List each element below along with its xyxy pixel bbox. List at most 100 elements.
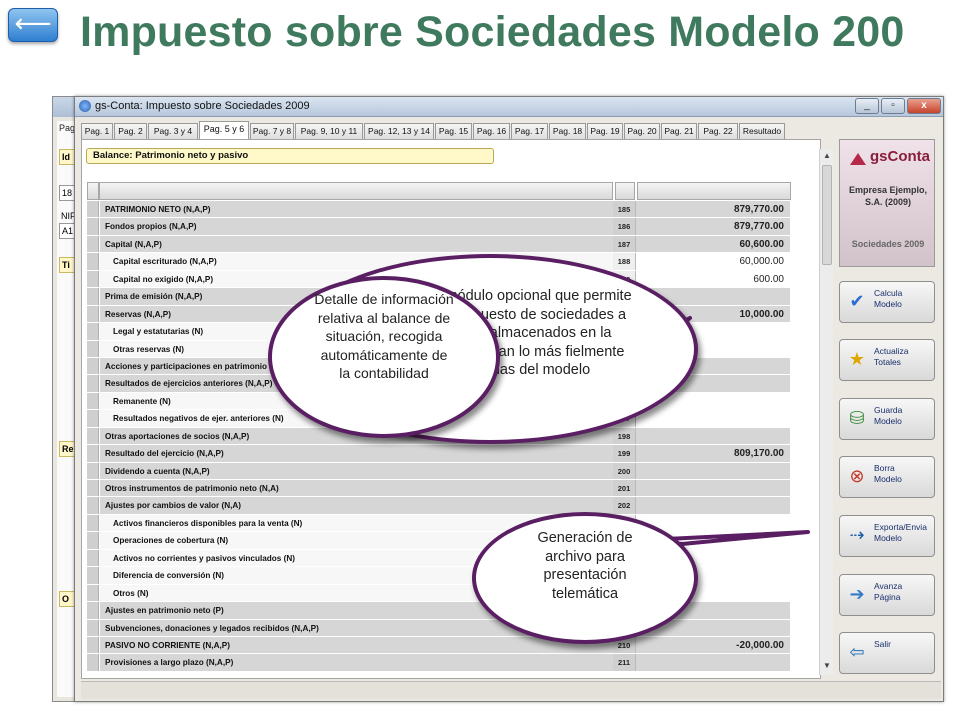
- row-marker[interactable]: [87, 323, 99, 340]
- table-row: Fondos propios (N,A,P) 186 879,770.00: [87, 218, 791, 236]
- tab-2[interactable]: Pag. 3 y 4: [148, 123, 198, 139]
- row-code: 211: [613, 654, 635, 671]
- row-value-field[interactable]: [635, 654, 790, 671]
- exit-door-icon: ⇦: [849, 642, 865, 663]
- tab-15[interactable]: Resultado: [739, 123, 785, 139]
- row-marker[interactable]: [87, 514, 99, 532]
- row-label: PASIVO NO CORRIENTE (N,A,P): [100, 636, 613, 654]
- logo-mark-icon: [850, 153, 866, 165]
- row-value-field[interactable]: 600.00: [635, 270, 790, 288]
- maximize-button[interactable]: ▫: [881, 98, 905, 114]
- table-row: Provisiones a largo plazo (N,A,P) 211: [87, 654, 791, 672]
- close-button[interactable]: x: [907, 98, 941, 114]
- scroll-thumb[interactable]: [822, 165, 832, 265]
- side-button-0[interactable]: ✔ Calcula Modelo: [839, 281, 935, 323]
- row-marker[interactable]: [87, 357, 99, 375]
- row-marker[interactable]: [87, 462, 99, 479]
- tab-5[interactable]: Pag. 9, 10 y 11: [295, 123, 363, 139]
- row-marker[interactable]: [87, 201, 99, 218]
- tab-9[interactable]: Pag. 17: [511, 123, 548, 139]
- row-value-field[interactable]: 879,770.00: [635, 218, 790, 235]
- row-code: 199: [613, 445, 635, 462]
- row-marker[interactable]: [87, 340, 99, 357]
- section-label: Balance: Patrimonio neto y pasivo: [86, 148, 494, 164]
- background-tab[interactable]: Pag: [59, 123, 75, 133]
- side-button-6[interactable]: ⇦ Salir: [839, 632, 935, 674]
- row-marker[interactable]: [87, 427, 99, 445]
- slide: ⟵ Impuesto sobre Sociedades Modelo 200 P…: [0, 0, 960, 720]
- row-value-field[interactable]: [635, 480, 790, 497]
- row-marker[interactable]: [87, 549, 99, 567]
- side-button-2[interactable]: ⛁ Guarda Modelo: [839, 398, 935, 440]
- row-marker[interactable]: [87, 636, 99, 654]
- side-button-1[interactable]: ★ Actualiza Totales: [839, 339, 935, 381]
- side-button-label: Salir: [874, 639, 892, 649]
- row-marker[interactable]: [87, 602, 99, 619]
- next-page-icon: ➔: [849, 584, 865, 605]
- table-row: Capital (N,A,P) 187 60,600.00: [87, 235, 791, 254]
- slide-title: Impuesto sobre Sociedades Modelo 200: [80, 8, 905, 56]
- row-code: 187: [613, 235, 635, 253]
- row-marker[interactable]: [87, 619, 99, 636]
- tab-6[interactable]: Pag. 12, 13 y 14: [364, 123, 434, 139]
- row-label: Capital (N,A,P): [100, 235, 613, 253]
- tab-7[interactable]: Pag. 15: [435, 123, 472, 139]
- row-value-field[interactable]: 809,170.00: [635, 445, 790, 462]
- row-marker[interactable]: [87, 288, 99, 305]
- side-button-5[interactable]: ➔ Avanza Página: [839, 574, 935, 616]
- row-marker[interactable]: [87, 445, 99, 462]
- tab-11[interactable]: Pag. 19: [587, 123, 623, 139]
- minimize-button[interactable]: _: [855, 98, 879, 114]
- row-marker[interactable]: [87, 375, 99, 392]
- row-value-field[interactable]: [635, 497, 790, 514]
- table-row: Subvenciones, donaciones y legados recib…: [87, 619, 791, 637]
- row-marker[interactable]: [87, 270, 99, 288]
- row-marker[interactable]: [87, 392, 99, 410]
- row-value-field[interactable]: [635, 462, 790, 479]
- row-marker[interactable]: [87, 253, 99, 270]
- row-marker[interactable]: [87, 654, 99, 671]
- row-marker[interactable]: [87, 567, 99, 584]
- side-button-label: Actualiza Totales: [874, 346, 909, 367]
- row-marker[interactable]: [87, 410, 99, 427]
- row-marker[interactable]: [87, 235, 99, 253]
- row-value-field[interactable]: 879,770.00: [635, 201, 790, 218]
- row-marker[interactable]: [87, 480, 99, 497]
- side-button-3[interactable]: ⊗ Borra Modelo: [839, 456, 935, 498]
- calculator-icon: ✔: [849, 291, 865, 312]
- tab-0[interactable]: Pag. 1: [81, 123, 113, 139]
- callout-export-text: Generación de archivo para presentación …: [537, 530, 633, 602]
- tab-3[interactable]: Pag. 5 y 6: [199, 121, 249, 139]
- row-marker[interactable]: [87, 305, 99, 323]
- row-marker[interactable]: [87, 532, 99, 549]
- tab-13[interactable]: Pag. 21: [661, 123, 697, 139]
- tab-8[interactable]: Pag. 16: [473, 123, 510, 139]
- row-value-field[interactable]: [635, 410, 790, 427]
- tab-12[interactable]: Pag. 20: [624, 123, 660, 139]
- row-marker[interactable]: [87, 218, 99, 235]
- status-bar: [81, 681, 941, 699]
- table-row: Activos financieros disponibles para la …: [87, 514, 791, 533]
- refresh-star-icon: ★: [848, 349, 866, 370]
- row-value-field[interactable]: 60,600.00: [635, 235, 790, 253]
- row-marker[interactable]: [87, 584, 99, 602]
- table-row: Dividendo a cuenta (N,A,P) 200: [87, 462, 791, 480]
- tab-1[interactable]: Pag. 2: [114, 123, 147, 139]
- back-arrow-icon: ⟵: [14, 9, 52, 39]
- row-label: Ajustes por cambios de valor (N,A): [100, 497, 613, 514]
- scroll-up-icon[interactable]: ▲: [821, 151, 833, 163]
- side-button-label: Exporta/Envia Modelo: [874, 522, 927, 543]
- row-marker[interactable]: [87, 497, 99, 514]
- back-arrow-button[interactable]: ⟵: [8, 8, 58, 42]
- tab-10[interactable]: Pag. 18: [549, 123, 586, 139]
- window-titlebar[interactable]: gs-Conta: Impuesto sobre Sociedades 2009…: [75, 97, 943, 117]
- row-value-field[interactable]: -20,000.00: [635, 636, 790, 654]
- side-button-4[interactable]: ⇢ Exporta/Envia Modelo: [839, 515, 935, 557]
- row-value-field[interactable]: [635, 427, 790, 445]
- scroll-down-icon[interactable]: ▼: [821, 661, 833, 673]
- row-value-field[interactable]: 60,000.00: [635, 253, 790, 270]
- tab-14[interactable]: Pag. 22: [698, 123, 738, 139]
- vertical-scrollbar[interactable]: ▲ ▼: [819, 149, 833, 675]
- row-label: Dividendo a cuenta (N,A,P): [100, 462, 613, 479]
- tab-4[interactable]: Pag. 7 y 8: [250, 123, 294, 139]
